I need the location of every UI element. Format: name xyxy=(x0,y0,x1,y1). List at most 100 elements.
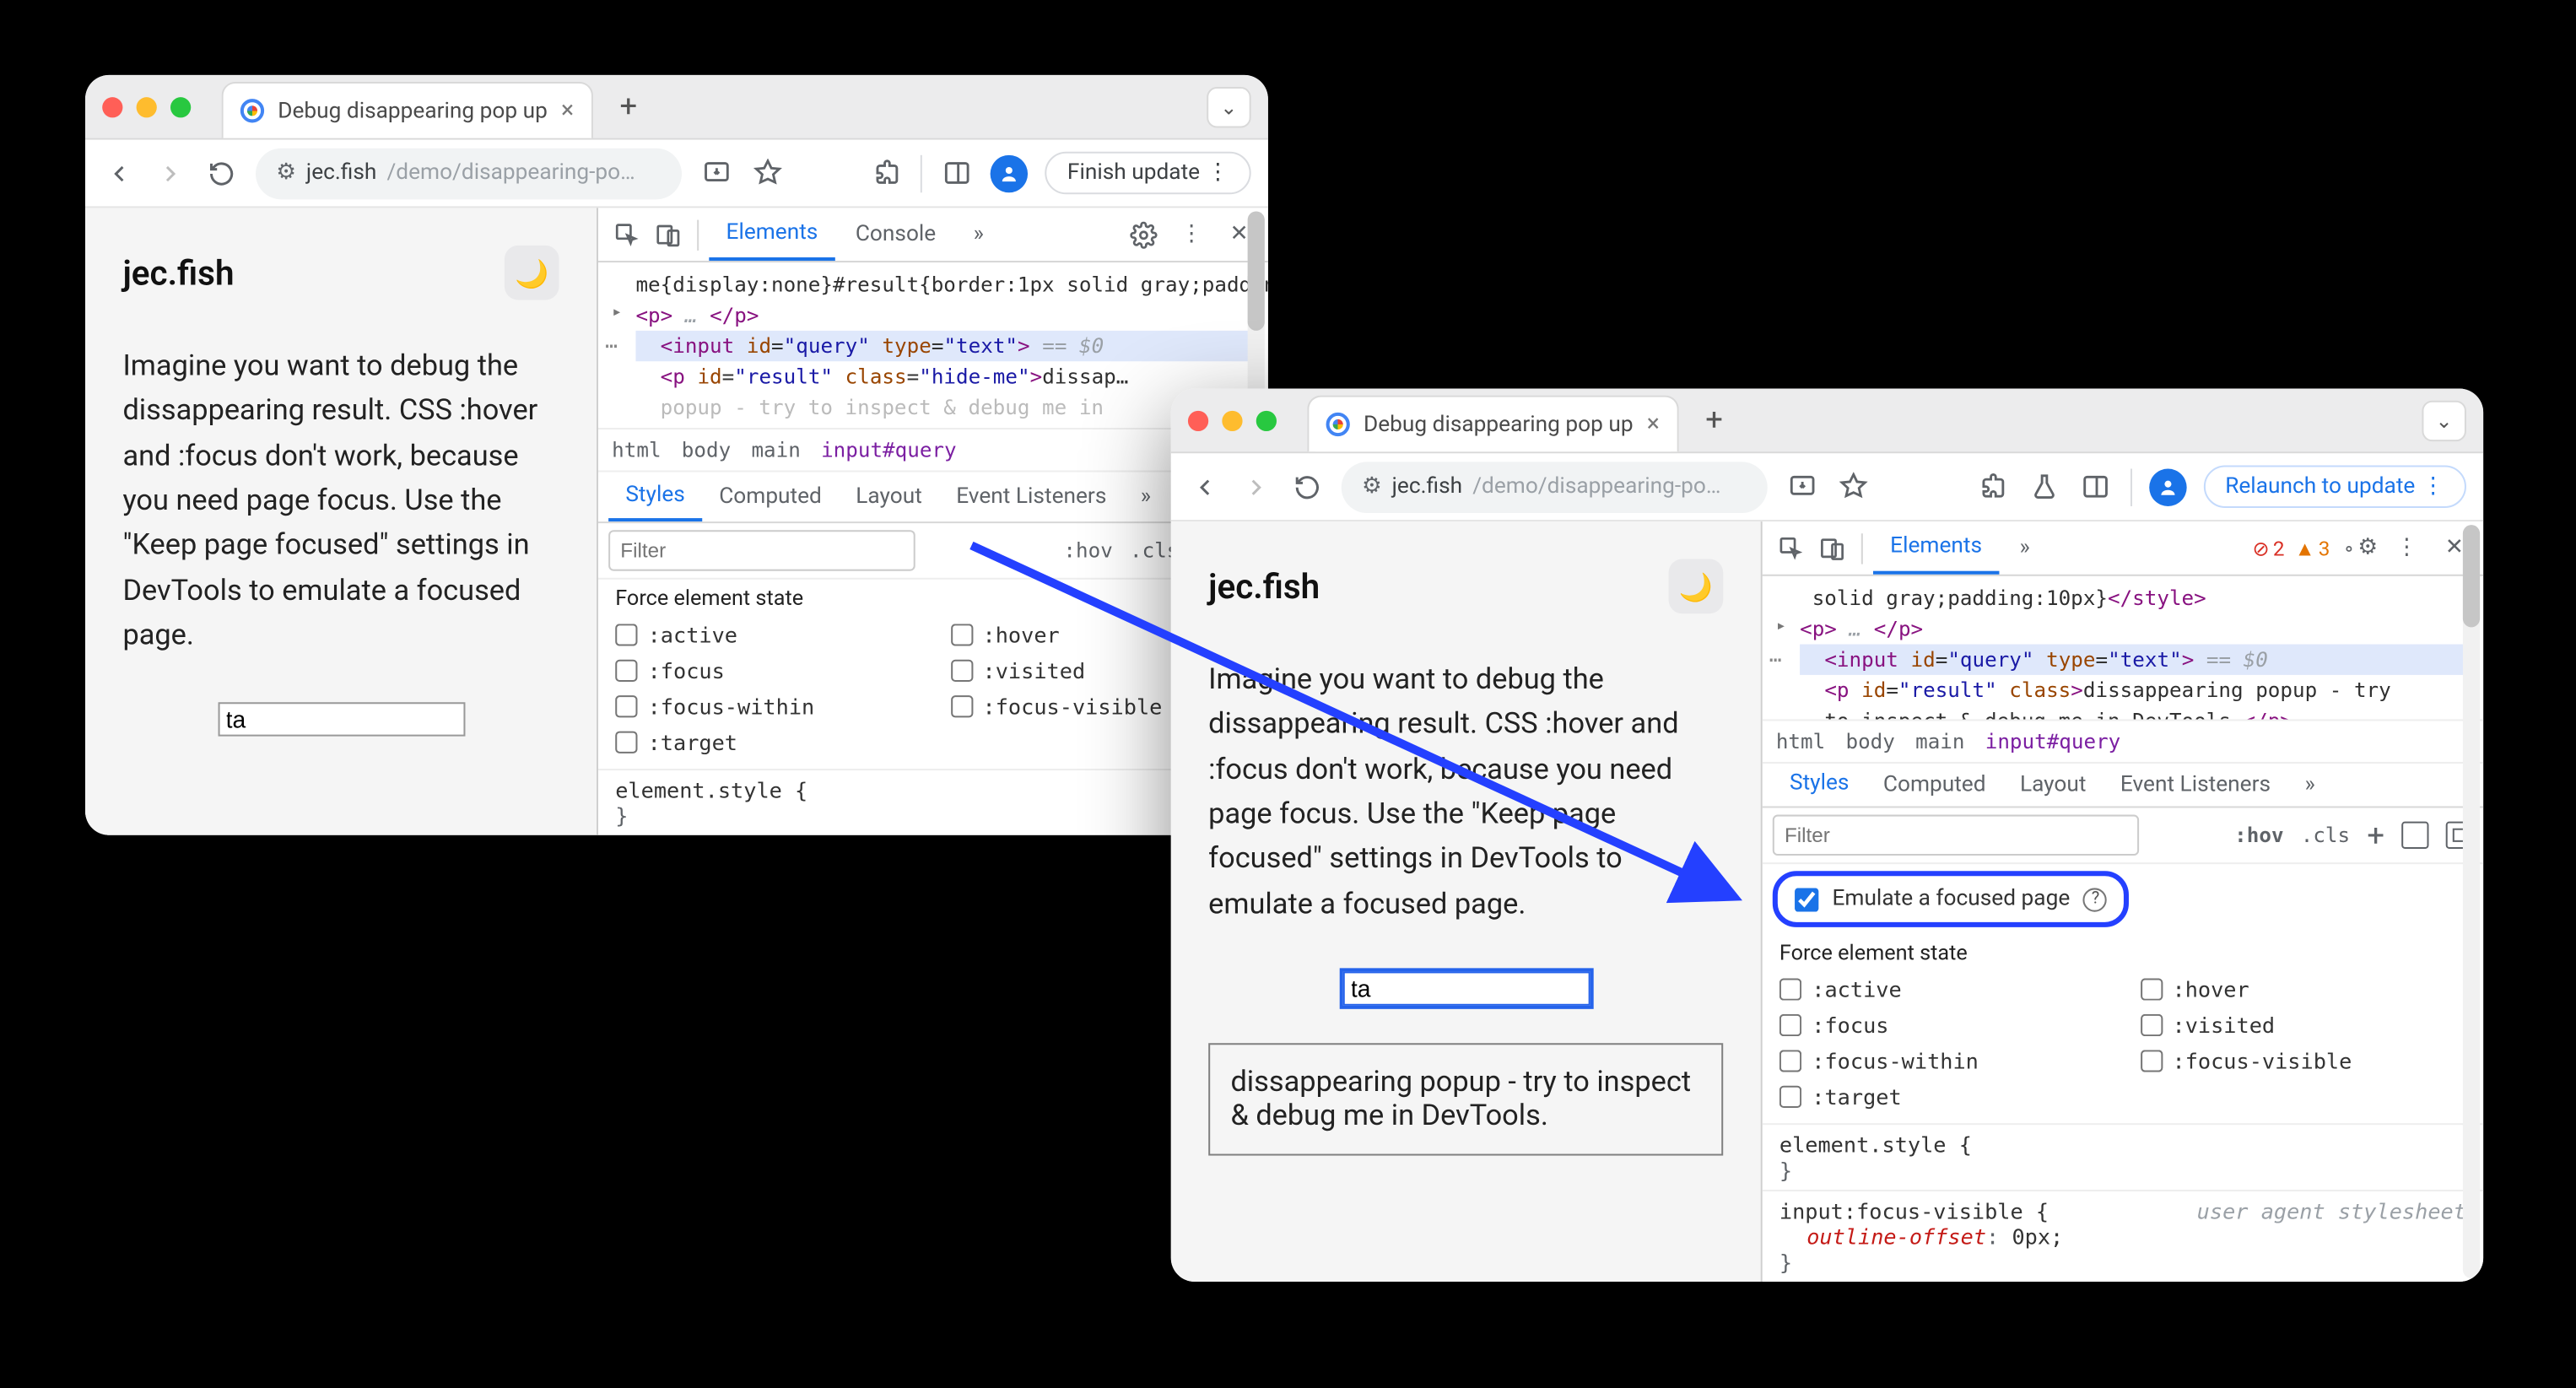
extensions-icon[interactable] xyxy=(870,156,904,190)
force-visited[interactable]: :visited xyxy=(2140,1013,2466,1038)
sidepanel-icon[interactable] xyxy=(2078,470,2112,504)
force-active[interactable]: :active xyxy=(615,622,916,647)
code-line[interactable]: solid gray;padding:10px}</style> xyxy=(1800,583,2473,613)
install-app-icon[interactable] xyxy=(1785,470,1818,504)
hov-toggle[interactable]: :hov xyxy=(1063,538,1112,562)
inspect-element-icon[interactable] xyxy=(1773,529,1810,566)
maximize-window-button[interactable] xyxy=(170,96,191,116)
styles-tab-styles[interactable]: Styles xyxy=(608,473,702,521)
help-icon[interactable]: ? xyxy=(2083,887,2107,910)
styles-tab-styles[interactable]: Styles xyxy=(1773,764,1866,808)
update-button[interactable]: Relaunch to update ⋮ xyxy=(2203,465,2466,508)
maximize-window-button[interactable] xyxy=(1256,410,1277,430)
code-line[interactable]: <p> … </p> xyxy=(635,300,1257,331)
breadcrumb-item-current[interactable]: input#query xyxy=(1985,730,2121,753)
styles-tab-computed[interactable]: Computed xyxy=(702,473,839,521)
minimize-window-button[interactable] xyxy=(137,96,157,116)
code-line[interactable]: popup - try to inspect & debug me in xyxy=(635,392,1257,423)
styles-tab-listeners[interactable]: Event Listeners xyxy=(939,473,1124,521)
tab-console[interactable]: Console xyxy=(839,208,953,261)
code-line-selected[interactable]: <input id="query" type="text"> == $0 xyxy=(1800,645,2473,675)
kebab-menu-icon[interactable]: ⋮ xyxy=(2388,529,2425,566)
update-button[interactable]: Finish update ⋮ xyxy=(1045,152,1251,195)
extensions-icon[interactable] xyxy=(1976,470,2010,504)
code-line[interactable]: to inspect & debug me in DevTools.</p> xyxy=(1800,705,2473,720)
forward-button[interactable] xyxy=(1239,470,1273,504)
close-tab-button[interactable]: × xyxy=(1647,411,1660,438)
back-button[interactable] xyxy=(1188,470,1222,504)
elements-tree[interactable]: solid gray;padding:10px}</style> <p> … <… xyxy=(1763,576,2483,720)
force-hover[interactable]: :hover xyxy=(2140,976,2466,1002)
tabs-overflow[interactable]: » xyxy=(1124,473,1169,521)
emulate-focused-checkbox[interactable]: Emulate a focused page ? xyxy=(1773,871,2130,927)
profile-avatar[interactable] xyxy=(2148,467,2185,505)
errors-badge[interactable]: ⊘2 xyxy=(2253,536,2285,559)
settings-icon[interactable]: ⚙ xyxy=(2340,529,2377,566)
warnings-badge[interactable]: ▲3 xyxy=(2295,536,2330,559)
query-input[interactable] xyxy=(1342,972,1590,1006)
tabs-overflow[interactable]: » xyxy=(956,208,1001,261)
code-line-selected[interactable]: <input id="query" type="text"> == $0 xyxy=(635,331,1257,361)
theme-toggle-button[interactable]: 🌙 xyxy=(505,246,559,300)
styles-filter-input[interactable] xyxy=(608,530,915,570)
sidepanel-icon[interactable] xyxy=(939,156,973,190)
bookmark-icon[interactable] xyxy=(750,156,784,190)
force-focus-within[interactable]: :focus-within xyxy=(615,694,916,719)
code-line[interactable]: <p id="result" class>dissappearing popup… xyxy=(1800,675,2473,705)
force-focus[interactable]: :focus xyxy=(1779,1013,2106,1038)
breadcrumb-item[interactable]: body xyxy=(1845,730,1894,753)
tabs-overflow[interactable]: » xyxy=(2287,764,2332,808)
tabs-menu-button[interactable]: ⌄ xyxy=(1207,86,1251,127)
inspect-element-icon[interactable] xyxy=(608,216,645,253)
force-focus-visible[interactable]: :focus-visible xyxy=(2140,1048,2466,1073)
bookmark-icon[interactable] xyxy=(1836,470,1870,504)
new-tab-button[interactable]: + xyxy=(1692,398,1736,443)
code-line[interactable]: me{display:none}#result{border:1px solid… xyxy=(635,269,1257,300)
css-element-style[interactable]: element.style { } xyxy=(1763,1123,2483,1190)
breadcrumb-item-current[interactable]: input#query xyxy=(821,439,957,462)
styles-tab-layout[interactable]: Layout xyxy=(2003,764,2103,808)
browser-tab[interactable]: Debug disappearing pop up × xyxy=(222,82,593,138)
css-element-style[interactable]: element.style { } xyxy=(598,769,1268,835)
browser-tab[interactable]: Debug disappearing pop up × xyxy=(1307,396,1678,452)
breadcrumb-item[interactable]: body xyxy=(682,439,731,462)
cls-toggle[interactable]: .cls xyxy=(2301,824,2350,847)
close-tab-button[interactable]: × xyxy=(561,97,574,124)
settings-icon[interactable] xyxy=(1125,216,1162,253)
chrome-menu-icon[interactable]: ⋮ xyxy=(1207,160,1229,186)
code-line[interactable]: <p> … </p> xyxy=(1800,613,2473,644)
code-line[interactable]: <p id="result" class="hide-me">dissap… xyxy=(635,361,1257,392)
styles-tab-computed[interactable]: Computed xyxy=(1866,764,2003,808)
reload-button[interactable] xyxy=(1290,470,1324,504)
device-toolbar-icon[interactable] xyxy=(650,216,687,253)
tabs-menu-button[interactable]: ⌄ xyxy=(2422,400,2466,440)
elements-tree[interactable]: me{display:none}#result{border:1px solid… xyxy=(598,262,1268,428)
force-active[interactable]: :active xyxy=(1779,976,2106,1002)
breadcrumb-item[interactable]: html xyxy=(612,439,661,462)
site-settings-icon[interactable]: ⚙ xyxy=(276,160,296,186)
labs-icon[interactable] xyxy=(2028,470,2061,504)
force-target[interactable]: :target xyxy=(1779,1084,2106,1110)
css-rule-focus-visible[interactable]: input:focus-visible {user agent styleshe… xyxy=(1763,1190,2483,1282)
minimize-window-button[interactable] xyxy=(1222,410,1242,430)
breadcrumb-item[interactable]: main xyxy=(1915,730,1964,753)
devtools-scrollbar[interactable] xyxy=(2463,525,2480,1278)
query-input[interactable] xyxy=(218,703,465,737)
close-window-button[interactable] xyxy=(102,96,122,116)
tab-elements[interactable]: Elements xyxy=(709,208,834,261)
address-bar[interactable]: ⚙ jec.fish/demo/disappearing-po… xyxy=(256,148,682,199)
styles-tab-layout[interactable]: Layout xyxy=(839,473,939,521)
chrome-menu-icon[interactable]: ⋮ xyxy=(2422,474,2444,500)
reload-button[interactable] xyxy=(204,156,238,190)
styles-filter-input[interactable] xyxy=(1773,815,2139,856)
address-bar[interactable]: ⚙ jec.fish/demo/disappearing-po… xyxy=(1342,461,1768,512)
new-style-rule-button[interactable]: + xyxy=(2367,818,2384,853)
computed-styles-toggle[interactable] xyxy=(2401,822,2428,849)
styles-tab-listeners[interactable]: Event Listeners xyxy=(2103,764,2288,808)
force-focus-within[interactable]: :focus-within xyxy=(1779,1048,2106,1073)
new-tab-button[interactable]: + xyxy=(607,84,651,129)
close-window-button[interactable] xyxy=(1188,410,1208,430)
profile-avatar[interactable] xyxy=(991,154,1028,192)
tabs-overflow[interactable]: » xyxy=(2002,521,2047,575)
breadcrumb-item[interactable]: html xyxy=(1776,730,1825,753)
